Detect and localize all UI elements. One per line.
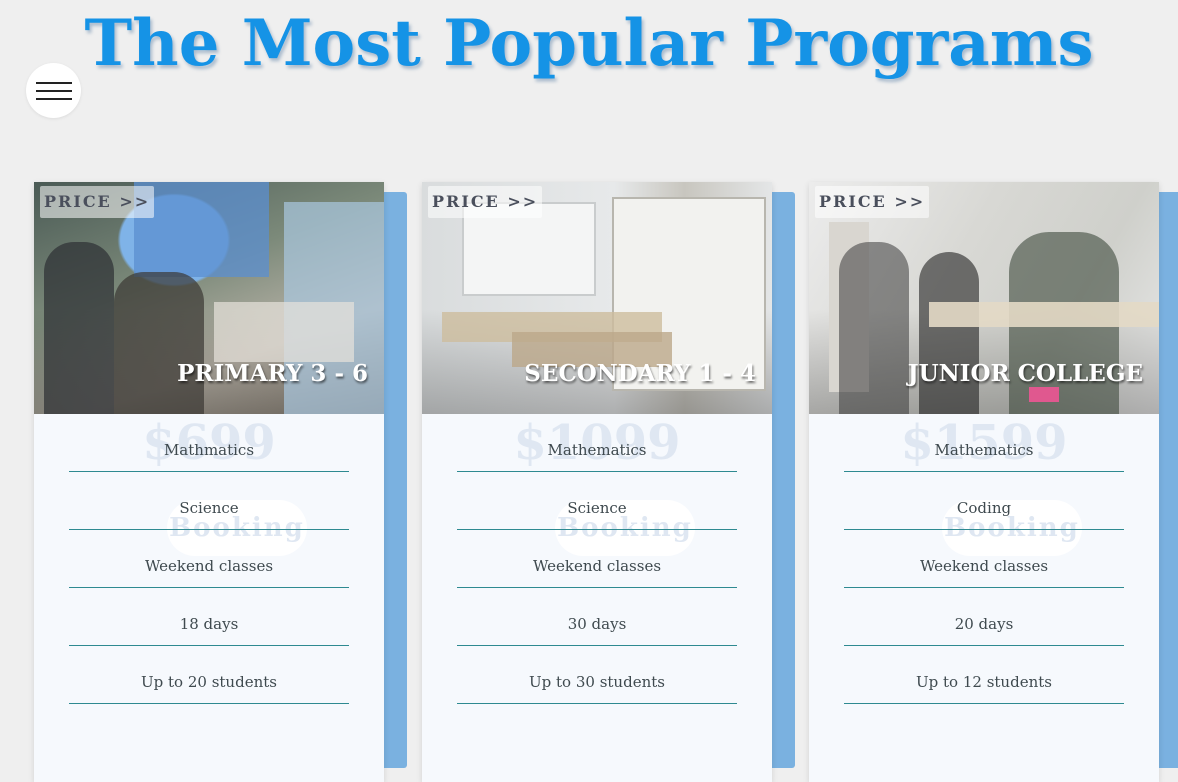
feature-item: Mathematics bbox=[457, 414, 737, 472]
program-level-title: JUNIOR COLLEGE bbox=[907, 360, 1143, 387]
feature-item: Weekend classes bbox=[844, 530, 1124, 588]
hamburger-menu-icon-bar bbox=[36, 98, 72, 100]
feature-item: Science bbox=[457, 472, 737, 530]
card-photo: PRICE >> JUNIOR COLLEGE bbox=[809, 182, 1159, 414]
feature-item: 18 days bbox=[69, 588, 349, 646]
price-toggle[interactable]: PRICE >> bbox=[815, 186, 930, 218]
feature-item: Weekend classes bbox=[69, 530, 349, 588]
feature-item: Up to 20 students bbox=[69, 646, 349, 704]
program-card: PRICE >> SECONDARY 1 - 4 $1099 Booking M… bbox=[422, 182, 772, 782]
program-level-title: PRIMARY 3 - 6 bbox=[177, 360, 368, 387]
program-card: PRICE >> PRIMARY 3 - 6 $699 Booking Math… bbox=[34, 182, 384, 782]
program-card-primary: PRICE >> PRIMARY 3 - 6 $699 Booking Math… bbox=[34, 182, 408, 782]
feature-item: Mathmatics bbox=[69, 414, 349, 472]
program-card-junior-college: PRICE >> JUNIOR COLLEGE $1599 Booking Ma… bbox=[809, 182, 1178, 782]
price-toggle[interactable]: PRICE >> bbox=[428, 186, 543, 218]
page-title: The Most Popular Programs bbox=[84, 6, 1094, 81]
feature-item: Mathematics bbox=[844, 414, 1124, 472]
hamburger-menu-icon-bar bbox=[36, 90, 72, 92]
feature-item: Up to 30 students bbox=[457, 646, 737, 704]
card-photo: PRICE >> PRIMARY 3 - 6 bbox=[34, 182, 384, 414]
price-toggle[interactable]: PRICE >> bbox=[40, 186, 155, 218]
feature-item: 20 days bbox=[844, 588, 1124, 646]
menu-button[interactable] bbox=[26, 63, 81, 118]
program-card-secondary: PRICE >> SECONDARY 1 - 4 $1099 Booking M… bbox=[422, 182, 796, 782]
feature-list: Mathematics Coding Weekend classes 20 da… bbox=[844, 414, 1124, 704]
feature-item: Coding bbox=[844, 472, 1124, 530]
hamburger-menu-icon bbox=[36, 82, 72, 84]
feature-list: Mathematics Science Weekend classes 30 d… bbox=[457, 414, 737, 704]
program-level-title: SECONDARY 1 - 4 bbox=[524, 360, 756, 387]
card-photo: PRICE >> SECONDARY 1 - 4 bbox=[422, 182, 772, 414]
feature-list: Mathmatics Science Weekend classes 18 da… bbox=[69, 414, 349, 704]
feature-item: Weekend classes bbox=[457, 530, 737, 588]
program-card: PRICE >> JUNIOR COLLEGE $1599 Booking Ma… bbox=[809, 182, 1159, 782]
feature-item: Up to 12 students bbox=[844, 646, 1124, 704]
feature-item: Science bbox=[69, 472, 349, 530]
feature-item: 30 days bbox=[457, 588, 737, 646]
